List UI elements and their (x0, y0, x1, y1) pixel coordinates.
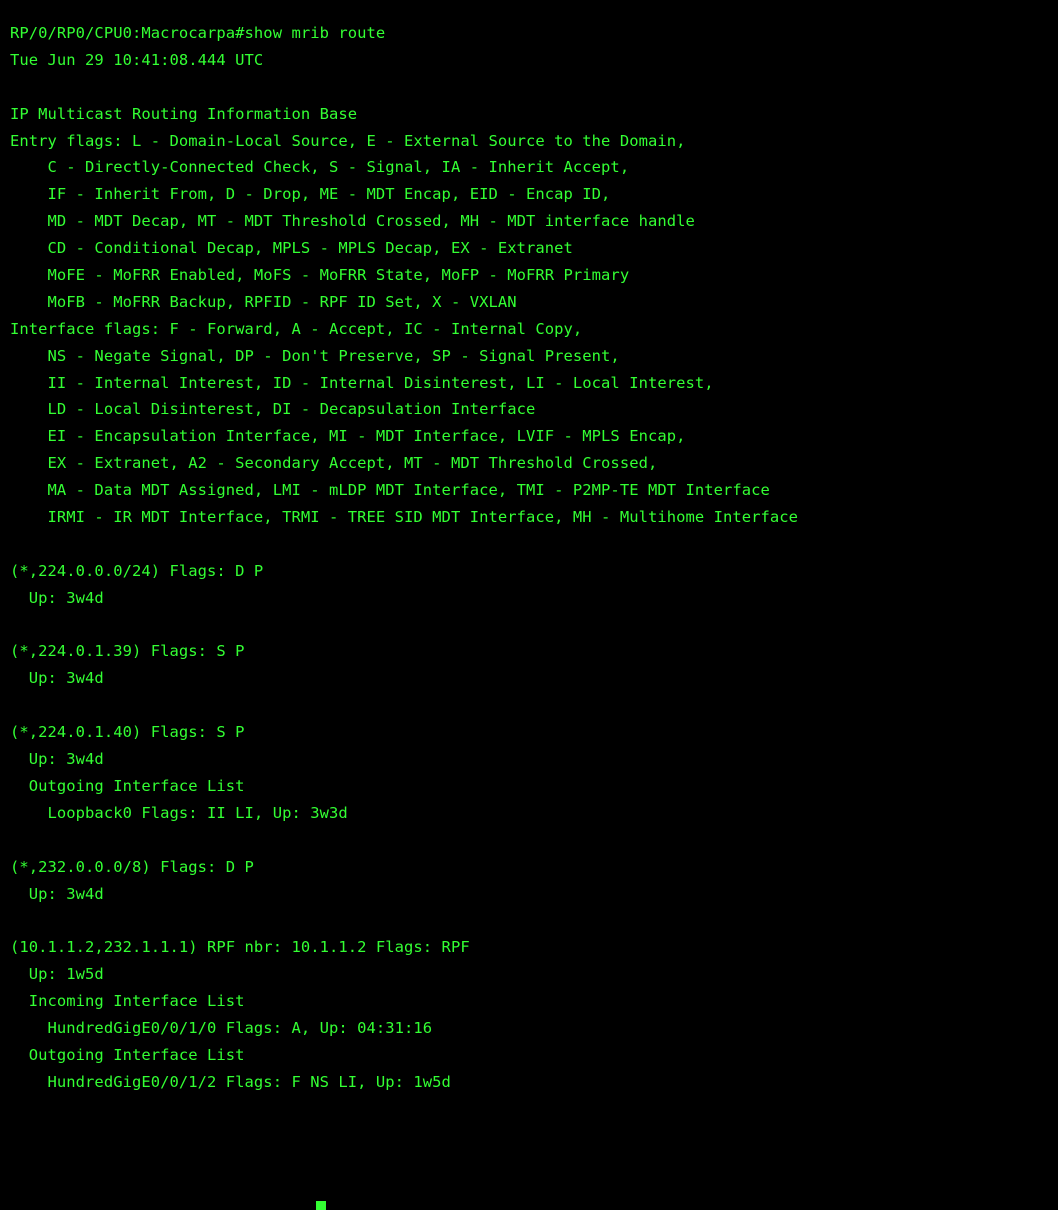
terminal-line: EX - Extranet, A2 - Secondary Accept, MT… (10, 454, 658, 473)
terminal-line: Outgoing Interface List (10, 1045, 245, 1064)
terminal-line: Incoming Interface List (10, 992, 245, 1011)
terminal-line: Interface flags: F - Forward, A - Accept… (10, 319, 583, 338)
terminal-line: Entry flags: L - Domain-Local Source, E … (10, 131, 686, 150)
terminal-line: HundredGigE0/0/1/2 Flags: F NS LI, Up: 1… (10, 1072, 451, 1091)
terminal-line: (*,224.0.1.39) Flags: S P (10, 642, 245, 661)
terminal-line: IRMI - IR MDT Interface, TRMI - TREE SID… (10, 508, 799, 527)
terminal-line: Tue Jun 29 10:41:08.444 UTC (10, 50, 264, 69)
terminal-line: EI - Encapsulation Interface, MI - MDT I… (10, 427, 686, 446)
terminal-line: Up: 1w5d (10, 965, 104, 984)
terminal-line: IF - Inherit From, D - Drop, ME - MDT En… (10, 185, 611, 204)
terminal-line: Up: 3w4d (10, 588, 104, 607)
terminal-line: Up: 3w4d (10, 884, 104, 903)
terminal-line: MoFB - MoFRR Backup, RPFID - RPF ID Set,… (10, 292, 517, 311)
terminal-line: (*,232.0.0.0/8) Flags: D P (10, 857, 254, 876)
terminal-line: Up: 3w4d (10, 750, 104, 769)
terminal-line: II - Internal Interest, ID - Internal Di… (10, 373, 714, 392)
terminal-line: Outgoing Interface List (10, 776, 245, 795)
terminal-line: NS - Negate Signal, DP - Don't Preserve,… (10, 346, 620, 365)
terminal-line: Loopback0 Flags: II LI, Up: 3w3d (10, 803, 348, 822)
terminal-line: HundredGigE0/0/1/0 Flags: A, Up: 04:31:1… (10, 1018, 433, 1037)
terminal-line: IP Multicast Routing Information Base (10, 104, 358, 123)
terminal-line: LD - Local Disinterest, DI - Decapsulati… (10, 400, 536, 419)
terminal-line: CD - Conditional Decap, MPLS - MPLS Deca… (10, 239, 573, 258)
terminal-line: C - Directly-Connected Check, S - Signal… (10, 158, 630, 177)
terminal-window[interactable]: RP/0/RP0/CPU0:Macrocarpa#show mrib route… (0, 0, 1058, 1210)
terminal-line: (*,224.0.1.40) Flags: S P (10, 723, 245, 742)
terminal-line: (*,224.0.0.0/24) Flags: D P (10, 561, 264, 580)
terminal-line: MoFE - MoFRR Enabled, MoFS - MoFRR State… (10, 266, 630, 285)
terminal-line: RP/0/RP0/CPU0:Macrocarpa#show mrib route (10, 24, 386, 42)
terminal-line: MA - Data MDT Assigned, LMI - mLDP MDT I… (10, 481, 770, 500)
text-cursor (316, 1201, 326, 1210)
terminal-line: Up: 3w4d (10, 669, 104, 688)
terminal-line: MD - MDT Decap, MT - MDT Threshold Cross… (10, 212, 695, 231)
terminal-line: (10.1.1.2,232.1.1.1) RPF nbr: 10.1.1.2 F… (10, 938, 470, 957)
